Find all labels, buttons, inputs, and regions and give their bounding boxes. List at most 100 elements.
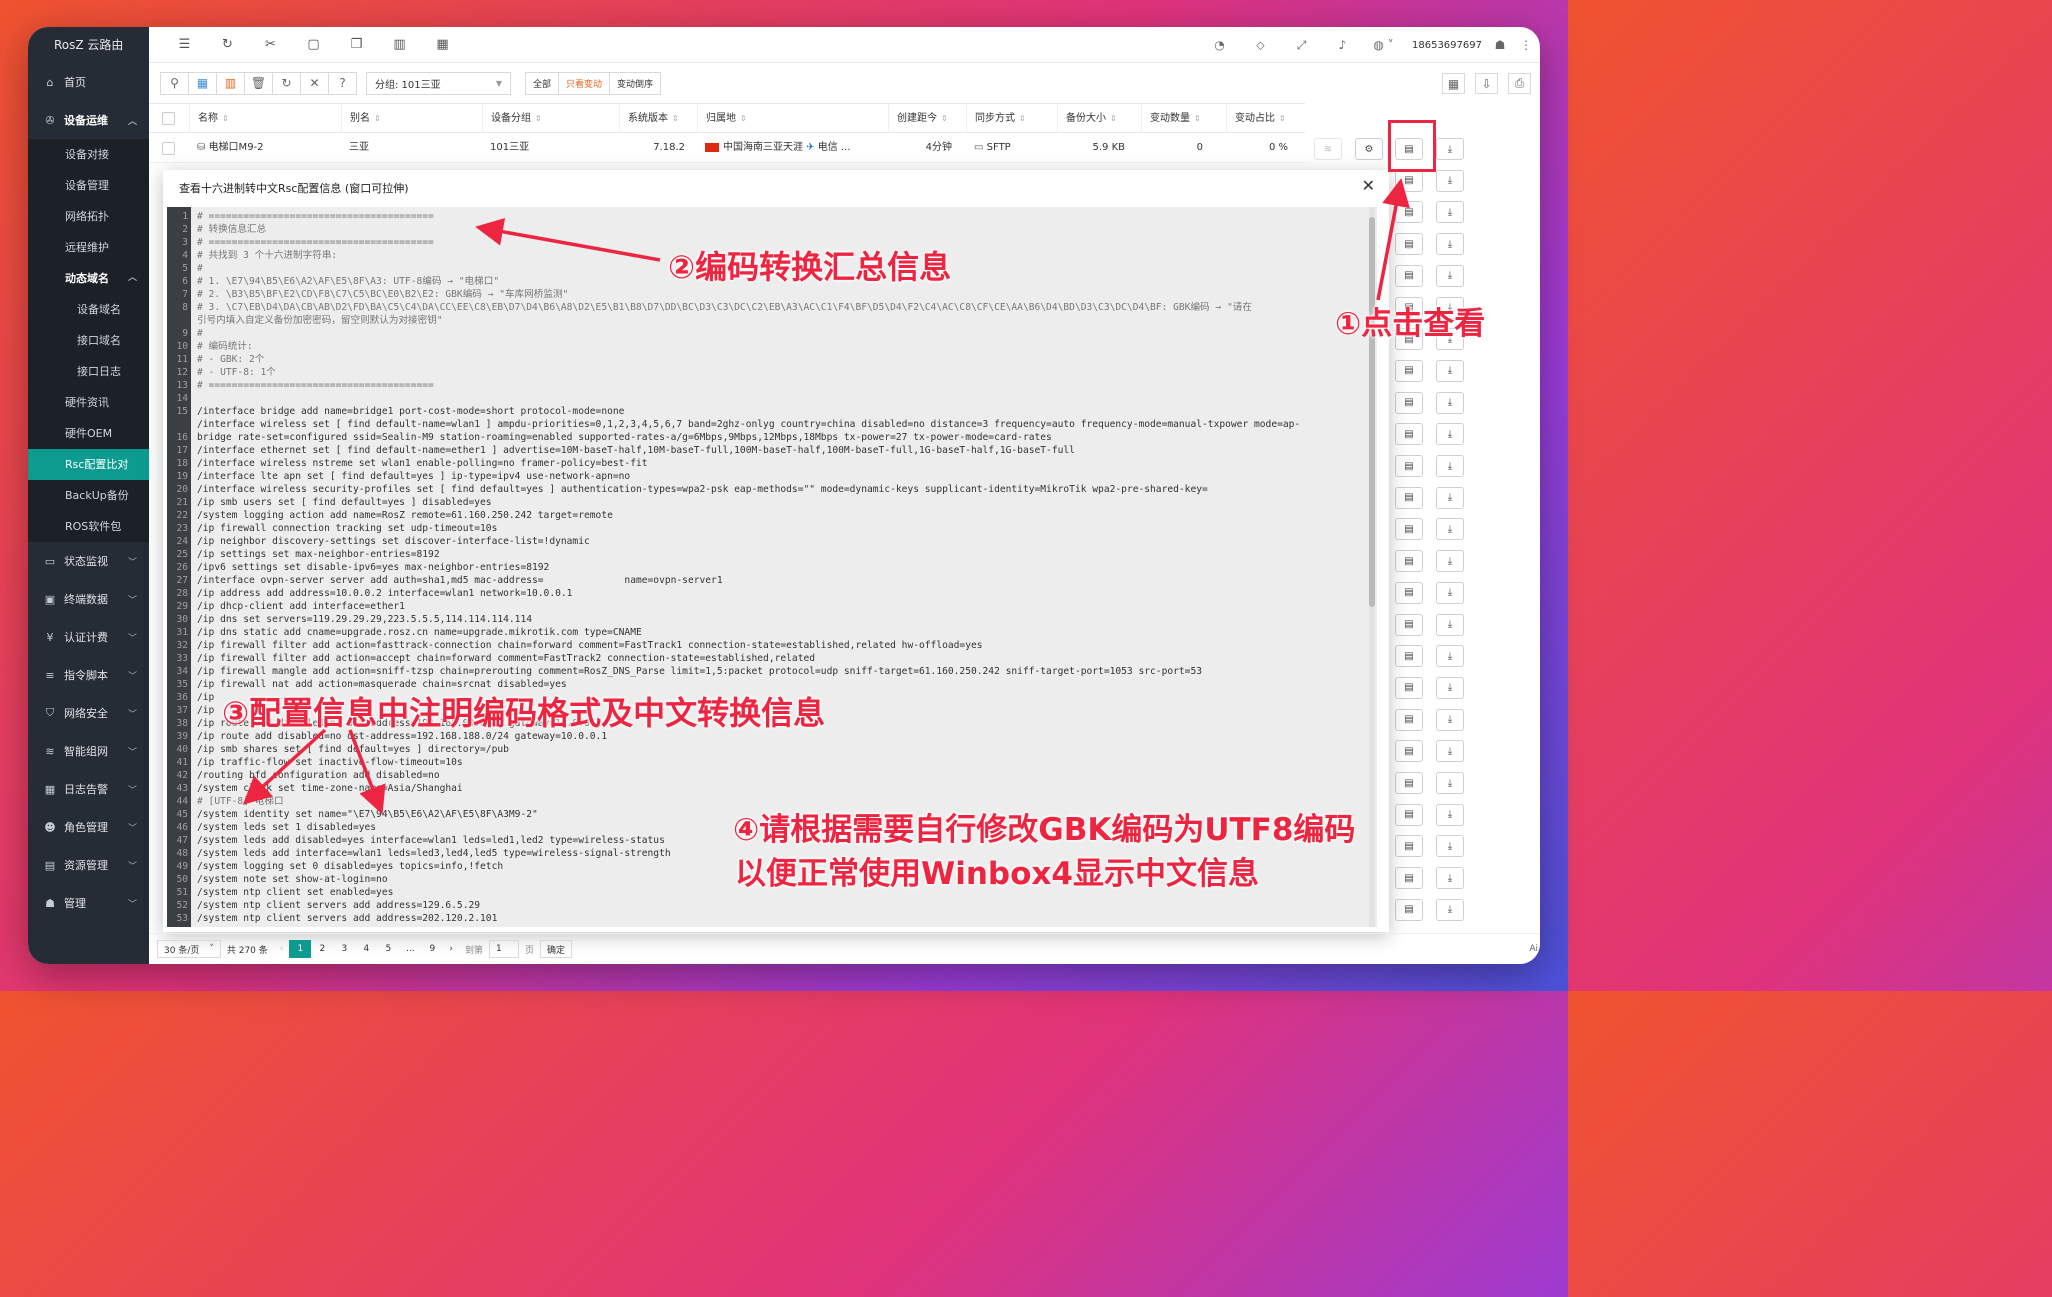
col-group[interactable]: 设备分组 ⇕ xyxy=(482,104,600,133)
view-file-icon[interactable]: ▤ xyxy=(1395,391,1423,414)
view-file-icon[interactable]: ▤ xyxy=(1395,264,1423,287)
download-icon[interactable]: ⤓ xyxy=(1436,708,1464,731)
filter-change-desc[interactable]: 变动倒序 xyxy=(609,71,662,95)
trash-icon[interactable]: 🗑 xyxy=(244,71,273,95)
view-file-icon[interactable]: ▤ xyxy=(1395,486,1423,509)
download-icon[interactable]: ⤓ xyxy=(1436,898,1464,921)
nav-logs[interactable]: ▦ 日志告警 ﹀ xyxy=(28,770,149,808)
nav-status[interactable]: ▭ 状态监视 ﹀ xyxy=(28,542,149,580)
filter-all[interactable]: 全部 xyxy=(525,71,560,95)
next-page-icon[interactable]: › xyxy=(449,944,453,954)
view-file-icon[interactable]: ▤ xyxy=(1395,867,1423,890)
col-changes[interactable]: 变动数量 ⇕ xyxy=(1141,104,1219,133)
globe-icon[interactable]: ◍ ˅ xyxy=(1363,38,1404,52)
goto-input[interactable]: 1 xyxy=(489,940,519,958)
print-icon[interactable]: ⎙ xyxy=(1508,73,1531,94)
page-button[interactable]: 5 xyxy=(377,940,399,958)
filter-changed-only[interactable]: 只看变动 xyxy=(558,71,611,95)
tag-icon[interactable]: ⬦ xyxy=(1240,38,1281,53)
bell-icon[interactable]: ♪ xyxy=(1322,38,1363,52)
username[interactable]: 18653697697 xyxy=(1412,40,1482,51)
download-icon[interactable]: ⤓ xyxy=(1436,803,1464,826)
view-file-icon[interactable]: ▤ xyxy=(1395,835,1423,858)
page-button[interactable]: 4 xyxy=(355,940,377,958)
layout-icon[interactable]: ▦ xyxy=(1442,73,1465,94)
download-icon[interactable]: ⤓ xyxy=(1436,772,1464,794)
sidebar-item-ddns[interactable]: 动态域名 ︿ xyxy=(28,263,149,294)
download-icon[interactable]: ⤓ xyxy=(1436,550,1464,573)
calendar-icon[interactable]: ▦ xyxy=(421,27,464,63)
download-icon[interactable]: ⤓ xyxy=(1436,169,1464,192)
sidebar-item-iface-domain[interactable]: 接口域名 xyxy=(28,325,149,356)
select-all-checkbox[interactable] xyxy=(162,112,175,125)
refresh-icon[interactable]: ↻ xyxy=(206,27,249,63)
col-location[interactable]: 归属地 ⇕ xyxy=(697,104,887,133)
download-icon[interactable]: ⤓ xyxy=(1436,233,1464,256)
page-button[interactable]: 2 xyxy=(311,940,333,958)
col-ratio[interactable]: 变动占比 ⇕ xyxy=(1226,104,1304,133)
columns-icon[interactable]: ▥ xyxy=(216,71,245,95)
sidebar-item-backup[interactable]: BackUp备份 xyxy=(28,480,149,511)
view-file-icon[interactable]: ▤ xyxy=(1395,550,1423,573)
user-icon[interactable]: ☗ xyxy=(1488,38,1512,52)
view-file-icon[interactable]: ▤ xyxy=(1395,898,1423,921)
fullscreen-icon[interactable]: ⤢ xyxy=(1281,38,1322,53)
sidebar-item-device-manage[interactable]: 设备管理 xyxy=(28,170,149,201)
menu-icon[interactable]: ☰ xyxy=(163,27,206,63)
row-checkbox[interactable] xyxy=(162,142,175,155)
view-file-icon[interactable]: ▤ xyxy=(1395,676,1423,699)
download-icon[interactable]: ⤓ xyxy=(1436,423,1464,446)
view-file-icon[interactable]: ▤ xyxy=(1395,645,1423,668)
download-icon[interactable]: ⤓ xyxy=(1436,676,1464,699)
download-icon[interactable]: ⤓ xyxy=(1436,201,1464,224)
view-file-icon[interactable]: ▤ xyxy=(1395,455,1423,477)
page-button[interactable]: 1 xyxy=(289,940,312,958)
sidebar-item-device-connect[interactable]: 设备对接 xyxy=(28,139,149,170)
nav-resources[interactable]: ▤ 资源管理 ﹀ xyxy=(28,846,149,884)
col-alias[interactable]: 别名 ⇕ xyxy=(341,104,478,133)
group-select[interactable]: 分组: 101三亚 ▼ xyxy=(366,71,511,95)
close-icon[interactable]: ✕ xyxy=(300,71,329,95)
nav-billing[interactable]: ¥ 认证计费 ﹀ xyxy=(28,618,149,656)
download-icon[interactable]: ⤓ xyxy=(1436,486,1464,509)
export-icon[interactable]: ⇩ xyxy=(1475,73,1498,94)
nav-home[interactable]: ⌂ 首页 xyxy=(28,63,149,101)
col-name[interactable]: 名称 ⇕ xyxy=(189,104,339,133)
view-file-icon[interactable]: ▤ xyxy=(1395,740,1423,763)
palette-icon[interactable]: ◔ xyxy=(1199,38,1240,52)
sidebar-item-ros-packages[interactable]: ROS软件包 xyxy=(28,511,149,542)
grid-icon[interactable]: ▦ xyxy=(188,71,217,95)
download-icon[interactable]: ⤓ xyxy=(1436,138,1464,160)
sidebar-item-hw-oem[interactable]: 硬件OEM xyxy=(28,418,149,449)
view-file-icon[interactable]: ▤ xyxy=(1395,423,1423,446)
tools-icon[interactable]: ✂ xyxy=(249,27,292,63)
download-icon[interactable]: ⤓ xyxy=(1436,581,1464,604)
download-icon[interactable]: ⤓ xyxy=(1436,613,1464,636)
nav-terminal[interactable]: ▣ 终端数据 ﹀ xyxy=(28,580,149,618)
help-button[interactable]: ? xyxy=(328,71,357,95)
download-icon[interactable]: ⤓ xyxy=(1436,835,1464,858)
col-version[interactable]: 系统版本 ⇕ xyxy=(619,104,689,133)
col-age[interactable]: 创建距今 ⇕ xyxy=(888,104,958,133)
per-page-select[interactable]: 30 条/页 ˅ xyxy=(157,940,221,958)
download-icon[interactable]: ⤓ xyxy=(1436,518,1464,541)
view-file-icon[interactable]: ▤ xyxy=(1395,708,1423,731)
view-file-icon[interactable]: ▤ xyxy=(1395,772,1423,794)
sidebar-item-hw-info[interactable]: 硬件资讯 xyxy=(28,387,149,418)
close-icon[interactable]: ✕ xyxy=(1362,176,1375,195)
refresh-icon[interactable]: ↻ xyxy=(272,71,301,95)
scrollbar-thumb[interactable] xyxy=(1369,217,1375,607)
download-icon[interactable]: ⤓ xyxy=(1436,264,1464,287)
col-sync[interactable]: 同步方式 ⇕ xyxy=(966,104,1048,133)
table-row[interactable]: ⛁ 电梯口M9-2 三亚 101三亚 7.18.2 中国海南三亚天涯 ✈ 电信 … xyxy=(149,133,1485,163)
sidebar-item-rsc-compare[interactable]: Rsc配置比对 xyxy=(28,449,149,480)
sidebar-item-remote[interactable]: 远程维护 xyxy=(28,232,149,263)
document-icon[interactable]: ▥ xyxy=(378,27,421,63)
download-icon[interactable]: ⤓ xyxy=(1436,391,1464,414)
view-file-icon[interactable]: ▤ xyxy=(1395,359,1423,382)
download-icon[interactable]: ⤓ xyxy=(1436,645,1464,668)
view-file-icon[interactable]: ▤ xyxy=(1395,803,1423,826)
nav-ops[interactable]: ✇ 设备运维 ︿ xyxy=(28,101,149,139)
nav-roles[interactable]: ☻ 角色管理 ﹀ xyxy=(28,808,149,846)
nav-scripts[interactable]: ≡ 指令脚本 ﹀ xyxy=(28,656,149,694)
